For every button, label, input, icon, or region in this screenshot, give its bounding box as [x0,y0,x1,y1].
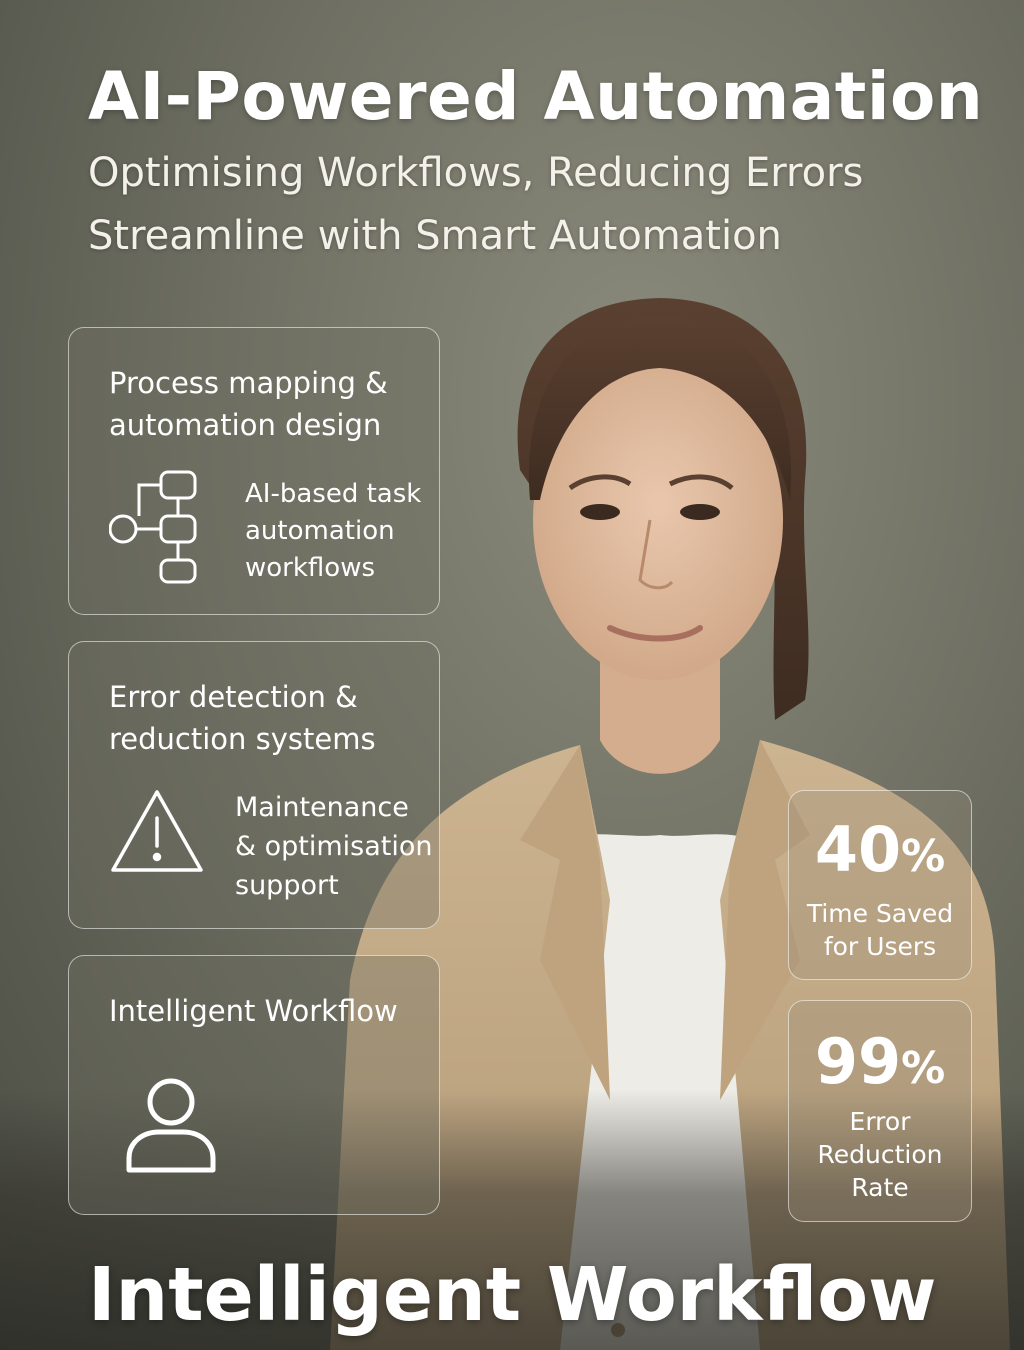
stat-label: Error Reduction Rate [817,1107,943,1202]
card-text: Maintenance & optimisation support [235,792,433,901]
stat-number: 99 [814,1025,902,1098]
stat-value: 99% [789,1025,971,1106]
page-title: AI-Powered Automation [88,58,984,135]
card-title: Error detection & reduction systems [109,680,376,756]
stat-value: 40% [789,813,971,894]
stat-label: Time Saved for Users [806,899,954,961]
workflow-diagram-icon [108,470,199,588]
feature-card-error-detection: Error detection & reduction systems Main… [68,641,440,929]
stat-unit: % [901,831,946,882]
card-title: Process mapping & automation design [109,366,388,442]
warning-icon [109,788,205,880]
feature-card-intelligent-workflow: Intelligent Workflow [68,955,440,1215]
card-title: Intelligent Workflow [109,994,398,1028]
feature-card-process-mapping: Process mapping & automation design AI-b… [68,327,440,615]
footer-headline: Intelligent Workflow [88,1252,937,1338]
stat-number: 40 [814,813,902,886]
stat-card-error-reduction: 99% Error Reduction Rate [788,1000,972,1222]
stat-card-time-saved: 40% Time Saved for Users [788,790,972,980]
subtitle-line-2: Streamline with Smart Automation [88,213,782,259]
user-icon [125,1074,217,1178]
card-text: AI-based task automation workflows [245,479,422,583]
stat-unit: % [901,1043,946,1094]
subtitle-line-1: Optimising Workflows, Reducing Errors [88,150,864,196]
